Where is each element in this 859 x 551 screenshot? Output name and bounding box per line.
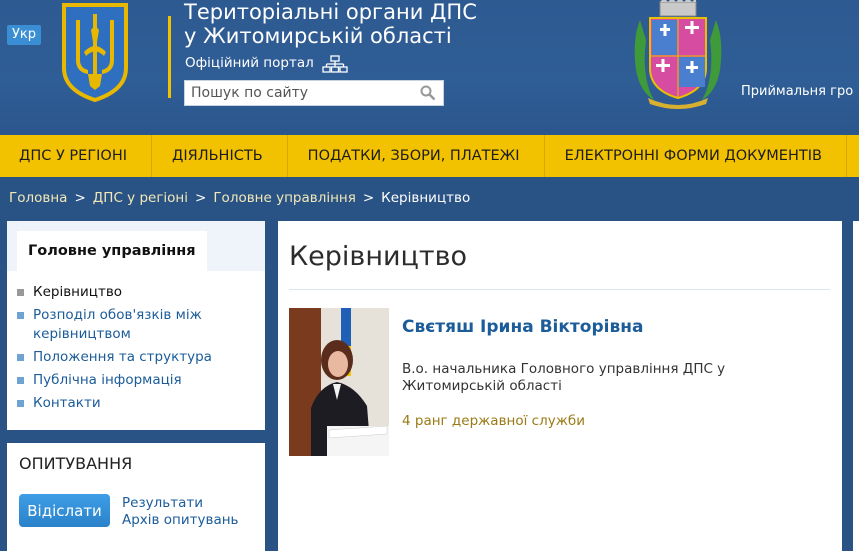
right-panel-edge — [853, 221, 859, 551]
site-title-line1: Територіальні органи ДПС — [184, 0, 477, 24]
main-content: Керівництво Свєтяш Ірина Вікторівна В.о.… — [278, 221, 842, 551]
title-divider-line — [289, 289, 830, 290]
person-rank: 4 ранг державної служби — [402, 413, 585, 429]
site-title-line2: у Житомирській області — [184, 24, 452, 48]
reception-link[interactable]: Приймальня гро — [741, 84, 853, 99]
nav-item-taxes[interactable]: ПОДАТКИ, ЗБОРИ, ПЛАТЕЖІ — [288, 135, 545, 177]
sidebar-item-public-info[interactable]: Публічна інформація — [17, 371, 257, 390]
coat-of-arms-ukraine-icon[interactable] — [58, 2, 132, 102]
portal-label: Офіційний портал — [185, 55, 314, 71]
person-name[interactable]: Свєтяш Ірина Вікторівна — [402, 317, 643, 337]
search-box — [184, 80, 444, 106]
search-input[interactable] — [185, 81, 410, 105]
poll-archive-link[interactable]: Архів опитувань — [122, 512, 239, 529]
person-photo — [289, 308, 389, 456]
breadcrumb-separator: > — [195, 190, 207, 206]
page-title: Керівництво — [289, 241, 468, 272]
breadcrumb-separator: > — [74, 190, 86, 206]
sidebar-item-duties-distribution[interactable]: Розподіл обов'язків між керівництвом — [17, 306, 257, 344]
poll-links: Результати Архів опитувань — [122, 495, 239, 529]
site-header: Укр Територіальні органи ДПС у Житомирсь… — [0, 0, 859, 135]
site-title[interactable]: Територіальні органи ДПС у Житомирській … — [184, 0, 477, 48]
person-position: В.о. начальника Головного управління ДПС… — [402, 361, 726, 394]
sidebar-item-contacts[interactable]: Контакти — [17, 394, 257, 413]
sitemap-icon[interactable] — [322, 55, 348, 73]
breadcrumb: Головна > ДПС у регіоні > Головне управління… — [9, 190, 470, 206]
submit-vote-button[interactable]: Відіслати — [19, 494, 110, 527]
sidebar-tabstrip: Головне управління — [7, 221, 265, 272]
nav-item-activity[interactable]: ДІЯЛЬНІСТЬ — [152, 135, 288, 177]
breadcrumb-main-office[interactable]: Головне управління — [213, 190, 356, 206]
nav-item-regional-dps[interactable]: ДПС У РЕГІОНІ — [0, 135, 153, 177]
sidebar-tab-main-office[interactable]: Головне управління — [17, 231, 207, 272]
sidebar-item-leadership[interactable]: Керівництво — [17, 283, 257, 302]
search-icon[interactable] — [420, 85, 436, 101]
poll-title: ОПИТУВАННЯ — [19, 454, 133, 473]
sidebar-list: Керівництво Розподіл обов'язків між кері… — [17, 283, 257, 417]
breadcrumb-separator: > — [362, 190, 375, 206]
zhytomyr-coat-of-arms-icon — [634, 0, 722, 109]
sidebar-menu: Головне управління Керівництво Розподіл … — [7, 221, 265, 430]
sidebar-item-structure[interactable]: Положення та структура — [17, 348, 257, 367]
breadcrumb-home[interactable]: Головна — [9, 190, 67, 206]
nav-item-electronic-forms[interactable]: ЕЛЕКТРОННІ ФОРМИ ДОКУМЕНТІВ — [545, 135, 847, 177]
language-switch[interactable]: Укр — [7, 25, 41, 45]
poll-panel: ОПИТУВАННЯ Відіслати Результати Архів оп… — [7, 443, 265, 551]
breadcrumb-regional-dps[interactable]: ДПС у регіоні — [93, 190, 188, 206]
breadcrumb-current: Керівництво — [381, 190, 471, 206]
poll-results-link[interactable]: Результати — [122, 495, 239, 512]
main-nav: ДПС У РЕГІОНІ ДІЯЛЬНІСТЬ ПОДАТКИ, ЗБОРИ,… — [0, 135, 859, 177]
title-divider — [168, 16, 171, 98]
